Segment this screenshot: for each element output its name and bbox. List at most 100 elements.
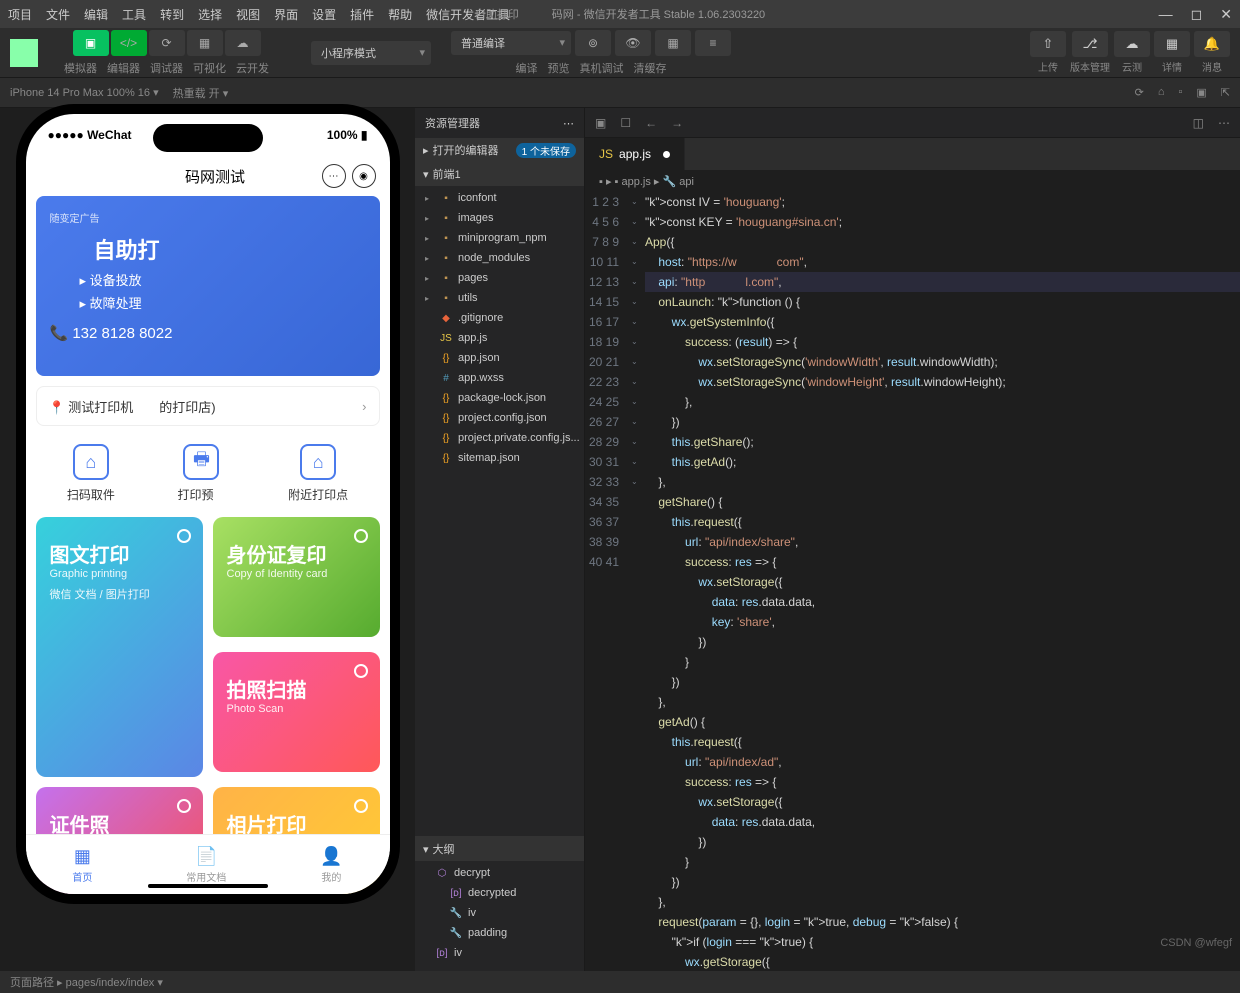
outline-iv[interactable]: [ᴅ]iv — [415, 943, 584, 963]
tree-pages[interactable]: ▪pages — [415, 268, 584, 288]
outline-decrypt[interactable]: ⬡decrypt — [415, 863, 584, 883]
tree-project.config.json[interactable]: {}project.config.json — [415, 408, 584, 428]
editor-toggle[interactable]: </> — [111, 30, 147, 56]
tree-.gitignore[interactable]: ◆.gitignore — [415, 308, 584, 328]
notch — [153, 124, 263, 152]
statusbar: 页面路径 ▸ pages/index/index ▾ — [0, 971, 1240, 993]
screenshot-icon[interactable]: ▣ — [1196, 86, 1206, 99]
tree-package-lock.json[interactable]: {}package-lock.json — [415, 388, 584, 408]
quick-扫码取件[interactable]: ⌂扫码取件 — [67, 444, 115, 503]
visual-toggle[interactable]: ▦ — [187, 30, 223, 56]
remote-debug-button[interactable]: ▦ — [655, 30, 691, 56]
compile-button[interactable]: ⊚ — [575, 30, 611, 56]
more-icon[interactable]: ⋯ — [563, 117, 574, 130]
menu-项目[interactable]: 项目 — [8, 6, 32, 23]
menu-设置[interactable]: 设置 — [312, 6, 336, 23]
menu-转到[interactable]: 转到 — [160, 6, 184, 23]
tree-project.private.config.js...[interactable]: {}project.private.config.js... — [415, 428, 584, 448]
device-select[interactable]: iPhone 14 Pro Max 100% 16 ▾ — [10, 86, 159, 99]
menu-选择[interactable]: 选择 — [198, 6, 222, 23]
device-bar: iPhone 14 Pro Max 100% 16 ▾ 热重载 开 ▾ ⟳ ⌂ … — [0, 78, 1240, 108]
editor-tabs: JS app.js — [585, 138, 1240, 170]
explorer-panel: 资源管理器 ⋯ ▸ 打开的编辑器1 个未保存 ▾ 前端1 ▪iconfont▪im… — [415, 108, 585, 971]
editor-pane: ▣ ☐ ← → ◫ ⋯ JS app.js ▪ ▸ ▪ app.js ▸ 🔧 a… — [585, 108, 1240, 971]
tree-app.json[interactable]: {}app.json — [415, 348, 584, 368]
tree-node_modules[interactable]: ▪node_modules — [415, 248, 584, 268]
capsule-menu-icon[interactable]: ⋯ — [322, 164, 346, 188]
menu-插件[interactable]: 插件 — [350, 6, 374, 23]
window-title: 自助打印 码网 - 微信开发者工具 Stable 1.06.2303220 — [475, 6, 765, 22]
tree-app.wxss[interactable]: #app.wxss — [415, 368, 584, 388]
nav-fwd-icon[interactable]: → — [671, 116, 683, 130]
explorer-title: 资源管理器 — [425, 115, 480, 131]
code-area[interactable]: 1 2 3 4 5 6 7 8 9 10 11 12 13 14 15 16 1… — [585, 192, 1240, 971]
window-controls[interactable]: — ◻ ✕ — [1159, 6, 1232, 23]
tree-iconfont[interactable]: ▪iconfont — [415, 188, 584, 208]
chevron-right-icon: › — [362, 399, 366, 414]
close-icon[interactable]: ✕ — [1220, 6, 1232, 23]
outline-padding[interactable]: 🔧padding — [415, 923, 584, 943]
toolbar-云测[interactable]: ☁ — [1114, 31, 1150, 57]
titlebar: 项目文件编辑工具转到选择视图界面设置插件帮助微信开发者工具 自助打印 码网 - … — [0, 0, 1240, 28]
cloud-toggle[interactable]: ☁ — [225, 30, 261, 56]
mode-dropdown[interactable]: 小程序模式 — [311, 41, 431, 65]
detach-icon[interactable]: ⇱ — [1221, 86, 1230, 99]
bookmark-icon[interactable]: ☐ — [620, 116, 631, 130]
project-root[interactable]: ▾ 前端1 — [415, 162, 584, 186]
nav-back-icon[interactable]: ← — [645, 116, 657, 130]
card-id-copy[interactable]: 身份证复印Copy of Identity card — [213, 517, 380, 637]
toolbar: ▣ </> ⟳ ▦ ☁ 模拟器编辑器调试器可视化云开发 小程序模式 普通编译 ⊚… — [0, 28, 1240, 78]
rotate-icon[interactable]: ⟳ — [1135, 86, 1144, 99]
outline-section[interactable]: ▾ 大纲 — [415, 836, 584, 861]
open-editors-section[interactable]: ▸ 打开的编辑器1 个未保存 — [415, 138, 584, 162]
menu-帮助[interactable]: 帮助 — [388, 6, 412, 23]
capsule-close-icon[interactable]: ◉ — [352, 164, 376, 188]
preview-button[interactable]: 👁 — [615, 30, 651, 56]
tree-miniprogram_npm[interactable]: ▪miniprogram_npm — [415, 228, 584, 248]
toolbar-上传[interactable]: ⇧ — [1030, 31, 1066, 57]
compile-dropdown[interactable]: 普通编译 — [451, 31, 571, 55]
toolbar-版本管理[interactable]: ⎇ — [1072, 31, 1108, 57]
tree-utils[interactable]: ▪utils — [415, 288, 584, 308]
quick-actions: ⌂扫码取件 🖶打印预 ⌂附近打印点 — [36, 436, 380, 511]
more-icon[interactable]: ⋯ — [1218, 116, 1230, 130]
tree-sitemap.json[interactable]: {}sitemap.json — [415, 448, 584, 468]
quick-打印预[interactable]: 🖶打印预 — [177, 444, 225, 503]
toolbar-详情[interactable]: ▦ — [1154, 31, 1190, 57]
files-icon[interactable]: ▣ — [595, 116, 606, 130]
phone-frame: ●●●●● WeChat100% ▮ 码网测试 ⋯◉ 随变定广告 自助打 ▸ 设… — [26, 114, 390, 894]
simulator-toggle[interactable]: ▣ — [73, 30, 109, 56]
tab-首页[interactable]: ▦首页 — [72, 846, 92, 884]
menu-界面[interactable]: 界面 — [274, 6, 298, 23]
breadcrumb[interactable]: ▪ ▸ ▪ app.js ▸ 🔧 api — [585, 170, 1240, 192]
tab-常用文档[interactable]: 📄常用文档 — [186, 846, 226, 884]
page-title: 码网测试 — [170, 166, 245, 187]
menu-视图[interactable]: 视图 — [236, 6, 260, 23]
outline-decrypted[interactable]: [ᴅ]decrypted — [415, 883, 584, 903]
tree-images[interactable]: ▪images — [415, 208, 584, 228]
toolbar-消息[interactable]: 🔔 — [1194, 31, 1230, 57]
split-icon[interactable]: ◫ — [1193, 116, 1204, 130]
back-icon[interactable]: ▫ — [1178, 86, 1182, 99]
tab-app-js[interactable]: JS app.js — [585, 138, 685, 170]
minimize-icon[interactable]: — — [1159, 6, 1173, 23]
hot-reload[interactable]: 热重载 开 ▾ — [173, 85, 229, 101]
clear-cache-button[interactable]: ≡ — [695, 30, 731, 56]
tree-app.js[interactable]: JSapp.js — [415, 328, 584, 348]
quick-附近打印点[interactable]: ⌂附近打印点 — [288, 444, 348, 503]
banner[interactable]: 随变定广告 自助打 ▸ 设备投放 ▸ 故障处理 📞 132 8128 8022 — [36, 196, 380, 376]
watermark: CSDN @wfegf — [1160, 937, 1232, 949]
card-graphic-print[interactable]: 图文打印Graphic printing 微信 文档 / 图片打印 — [36, 517, 203, 777]
tab-我的[interactable]: 👤我的 — [320, 846, 342, 884]
card-photo-scan[interactable]: 拍照扫描Photo Scan — [213, 652, 380, 772]
maximize-icon[interactable]: ◻ — [1191, 6, 1203, 23]
outline-iv[interactable]: 🔧iv — [415, 903, 584, 923]
menu-文件[interactable]: 文件 — [46, 6, 70, 23]
menu-工具[interactable]: 工具 — [122, 6, 146, 23]
menu-编辑[interactable]: 编辑 — [84, 6, 108, 23]
main-menu: 项目文件编辑工具转到选择视图界面设置插件帮助微信开发者工具 — [8, 6, 510, 23]
avatar[interactable] — [10, 39, 38, 67]
store-selector[interactable]: 📍 测试打印机 的打印店)› — [36, 386, 380, 426]
home-icon[interactable]: ⌂ — [1158, 86, 1165, 99]
debugger-toggle[interactable]: ⟳ — [149, 30, 185, 56]
